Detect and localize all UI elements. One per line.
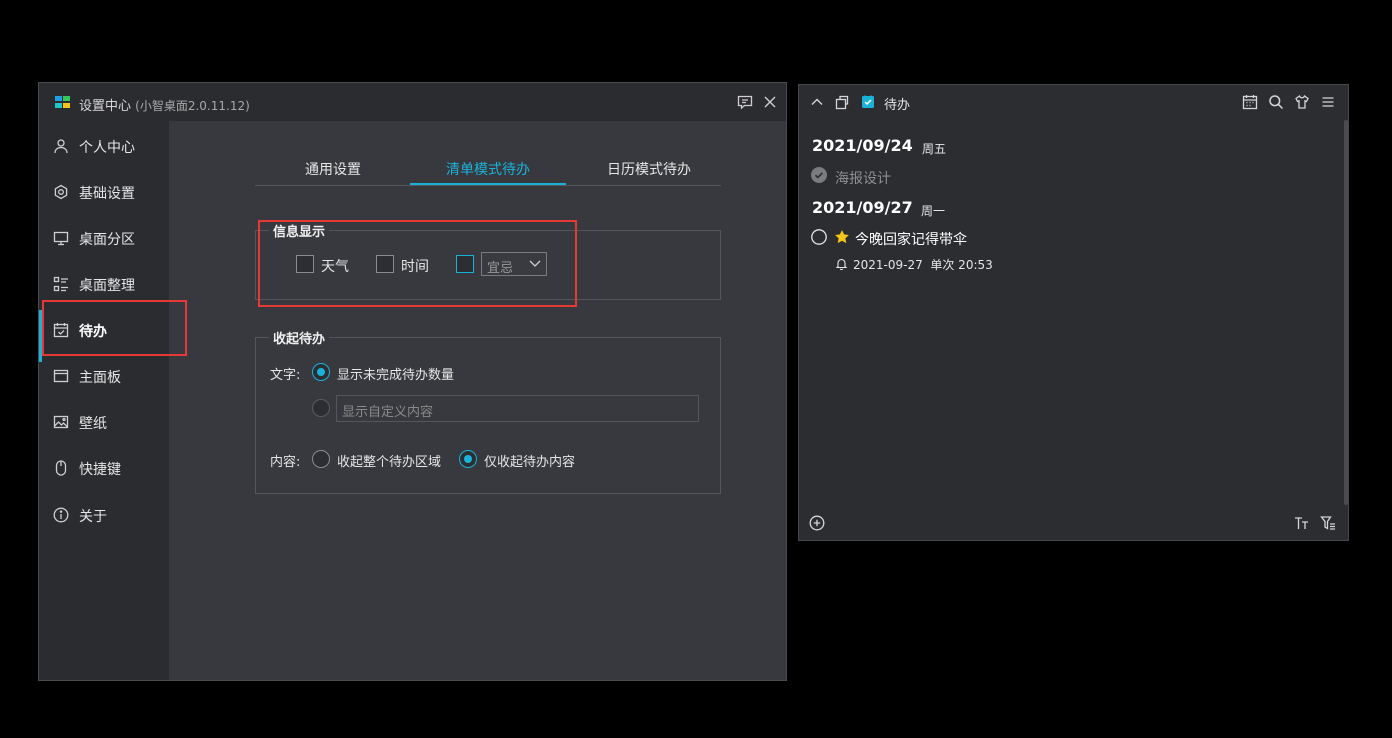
date-heading: 2021/09/27 bbox=[812, 198, 913, 217]
pin-window-icon[interactable] bbox=[834, 94, 850, 110]
monitor-icon bbox=[53, 230, 69, 246]
collapse-content-label: 仅收起待办内容 bbox=[484, 455, 576, 470]
content-row-label: 内容: bbox=[270, 455, 301, 470]
almanac-select-value: 宜忌 bbox=[487, 261, 514, 276]
incomplete-circle-icon[interactable] bbox=[811, 229, 827, 245]
sidebar-item-label: 桌面整理 bbox=[79, 278, 135, 294]
sidebar-item-label: 壁纸 bbox=[79, 416, 107, 432]
font-size-icon[interactable] bbox=[1294, 515, 1310, 531]
image-icon bbox=[53, 414, 69, 430]
feedback-icon[interactable] bbox=[736, 93, 754, 111]
widget-title: 待办 bbox=[884, 98, 911, 113]
info-display-title: 信息显示 bbox=[269, 221, 330, 240]
todo-item-text[interactable]: 海报设计 bbox=[835, 168, 891, 188]
sidebar-item-desktop-organize[interactable]: 桌面整理 bbox=[39, 264, 169, 304]
sidebar-item-label: 个人中心 bbox=[79, 140, 135, 156]
collapse-whole-label: 收起整个待办区域 bbox=[337, 455, 442, 470]
calendar-icon[interactable] bbox=[1242, 94, 1258, 110]
sidebar-item-label: 待办 bbox=[79, 324, 107, 340]
window-title-text: 设置中心 bbox=[79, 99, 132, 114]
collapse-todo-title: 收起待办 bbox=[269, 328, 330, 347]
settings-content: 通用设置 清单模式待办 日历模式待办 信息显示 天气 时间 宜忌 收起待办 文字… bbox=[169, 121, 786, 680]
tab-calendar-mode-todo[interactable]: 日历模式待办 bbox=[571, 159, 727, 183]
title-bar[interactable]: 设置中心 (小智桌面2.0.11.12) bbox=[39, 83, 786, 121]
sidebar-item-main-panel[interactable]: 主面板 bbox=[39, 356, 169, 396]
collapse-up-icon[interactable] bbox=[809, 94, 825, 110]
text-row-label: 文字: bbox=[270, 368, 301, 383]
collapse-whole-radio[interactable] bbox=[312, 450, 330, 468]
tab-list-mode-todo[interactable]: 清单模式待办 bbox=[410, 159, 566, 183]
info-icon bbox=[53, 507, 69, 523]
date-heading: 2021/09/24 bbox=[812, 136, 913, 155]
sidebar-item-label: 关于 bbox=[79, 509, 107, 525]
app-logo-icon bbox=[55, 96, 71, 109]
version-text: (小智桌面2.0.11.12) bbox=[135, 99, 250, 113]
sidebar-item-label: 主面板 bbox=[79, 370, 121, 386]
almanac-checkbox[interactable] bbox=[456, 255, 474, 273]
todo-app-icon bbox=[860, 94, 876, 110]
search-icon[interactable] bbox=[1268, 94, 1284, 110]
weather-checkbox[interactable] bbox=[296, 255, 314, 273]
collapse-content-radio[interactable] bbox=[459, 450, 477, 468]
custom-content-input[interactable]: 显示自定义内容 bbox=[336, 395, 699, 422]
bell-icon bbox=[835, 257, 848, 271]
reminder-text: 2021-09-27 单次 20:53 bbox=[853, 258, 993, 272]
sidebar-item-personal-center[interactable]: 个人中心 bbox=[39, 126, 169, 166]
add-circle-icon[interactable] bbox=[809, 515, 825, 531]
sidebar: 个人中心 基础设置 桌面分区 桌面整理 待办 主面板 壁纸 快捷键 关于 bbox=[39, 121, 169, 680]
star-icon[interactable] bbox=[834, 229, 850, 245]
show-custom-radio[interactable] bbox=[312, 399, 330, 417]
sidebar-item-about[interactable]: 关于 bbox=[39, 495, 169, 535]
gear-icon bbox=[53, 184, 69, 200]
show-count-label: 显示未完成待办数量 bbox=[337, 368, 455, 383]
show-count-radio[interactable] bbox=[312, 363, 330, 381]
weather-label: 天气 bbox=[321, 259, 349, 275]
custom-content-placeholder: 显示自定义内容 bbox=[342, 405, 434, 420]
filter-icon[interactable] bbox=[1320, 515, 1336, 531]
completed-check-icon[interactable] bbox=[811, 167, 827, 183]
user-icon bbox=[53, 138, 69, 154]
sidebar-item-label: 快捷键 bbox=[79, 462, 121, 478]
close-icon[interactable] bbox=[761, 93, 779, 111]
sidebar-item-wallpaper[interactable]: 壁纸 bbox=[39, 402, 169, 442]
almanac-select[interactable]: 宜忌 bbox=[481, 252, 547, 276]
grid-list-icon bbox=[53, 276, 69, 292]
time-checkbox[interactable] bbox=[376, 255, 394, 273]
sidebar-item-label: 桌面分区 bbox=[79, 232, 135, 248]
time-label: 时间 bbox=[401, 259, 429, 275]
weekday-label: 周五 bbox=[922, 142, 947, 156]
sidebar-item-label: 基础设置 bbox=[79, 186, 135, 202]
skin-shirt-icon[interactable] bbox=[1294, 94, 1310, 110]
tab-divider bbox=[255, 185, 721, 186]
sidebar-item-todo[interactable]: 待办 bbox=[39, 310, 169, 362]
settings-window: 设置中心 (小智桌面2.0.11.12) 个人中心 基础设置 桌面分区 桌面整理 bbox=[38, 82, 787, 681]
sidebar-item-shortcuts[interactable]: 快捷键 bbox=[39, 448, 169, 488]
menu-icon[interactable] bbox=[1320, 94, 1336, 110]
window-icon bbox=[53, 368, 69, 384]
mouse-icon bbox=[53, 460, 69, 476]
calendar-check-icon bbox=[53, 322, 69, 338]
scrollbar[interactable] bbox=[1344, 120, 1348, 505]
active-tab-underline bbox=[410, 183, 566, 185]
window-title: 设置中心 (小智桌面2.0.11.12) bbox=[79, 95, 250, 114]
chevron-down-icon bbox=[529, 260, 541, 267]
todo-widget: 待办 2021/09/24 周五 海报设计 2021/09/27 周一 今晚回家… bbox=[798, 84, 1349, 541]
sidebar-item-desktop-partition[interactable]: 桌面分区 bbox=[39, 218, 169, 258]
weekday-label: 周一 bbox=[921, 204, 946, 218]
active-indicator bbox=[39, 310, 42, 362]
todo-item-text[interactable]: 今晚回家记得带伞 bbox=[855, 229, 967, 249]
sidebar-item-basic-settings[interactable]: 基础设置 bbox=[39, 172, 169, 212]
tab-general-settings[interactable]: 通用设置 bbox=[255, 159, 411, 183]
